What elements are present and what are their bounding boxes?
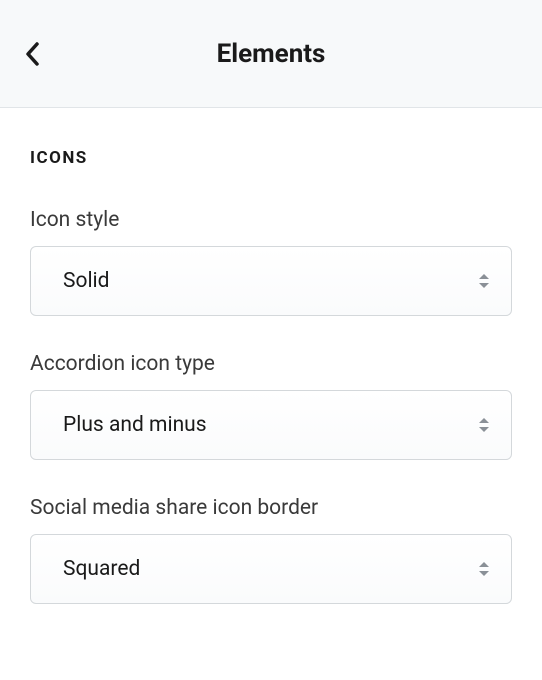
back-button[interactable] (24, 40, 42, 68)
social-media-border-select-wrapper: Squared (30, 534, 512, 604)
social-media-border-label: Social media share icon border (30, 496, 512, 520)
icon-style-select[interactable]: Solid (30, 246, 512, 316)
field-accordion-icon-type: Accordion icon type Plus and minus (30, 352, 512, 460)
accordion-icon-type-value: Plus and minus (63, 413, 207, 437)
social-media-border-select[interactable]: Squared (30, 534, 512, 604)
content: ICONS Icon style Solid Accordion icon ty… (0, 108, 542, 680)
field-social-media-border: Social media share icon border Squared (30, 496, 512, 604)
icon-style-label: Icon style (30, 208, 512, 232)
chevron-left-icon (24, 40, 42, 68)
accordion-icon-type-select[interactable]: Plus and minus (30, 390, 512, 460)
icon-style-select-wrapper: Solid (30, 246, 512, 316)
icon-style-value: Solid (63, 269, 110, 293)
social-media-border-value: Squared (63, 557, 140, 581)
accordion-icon-type-select-wrapper: Plus and minus (30, 390, 512, 460)
accordion-icon-type-label: Accordion icon type (30, 352, 512, 376)
header: Elements (0, 0, 542, 108)
field-icon-style: Icon style Solid (30, 208, 512, 316)
section-title: ICONS (30, 148, 512, 168)
page-title: Elements (24, 39, 518, 69)
